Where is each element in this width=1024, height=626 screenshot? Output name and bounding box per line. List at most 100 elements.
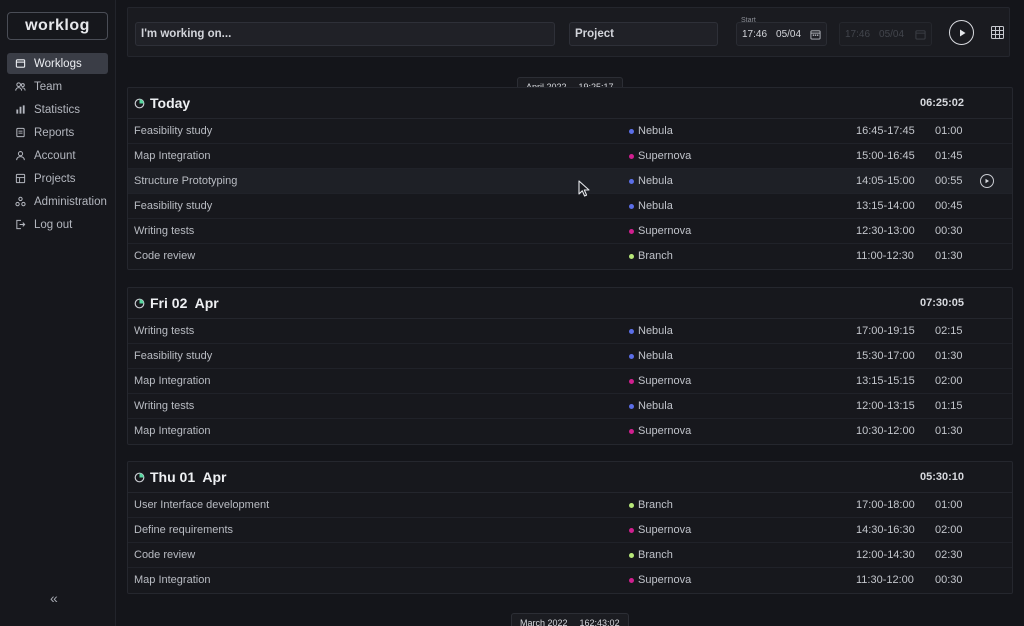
reports-icon xyxy=(14,127,26,139)
project-dot xyxy=(629,578,634,583)
project-name: Supernova xyxy=(629,150,691,162)
time-range: 11:00-12:30 xyxy=(856,250,914,262)
duration: 01:00 xyxy=(935,499,963,511)
worklog-row[interactable]: User Interface development Branch 17:00-… xyxy=(128,493,1012,518)
worklog-row[interactable]: Feasibility study Nebula 15:30-17:00 01:… xyxy=(128,344,1012,369)
logout-icon xyxy=(14,219,26,231)
sidebar-item-reports[interactable]: Reports xyxy=(7,122,108,143)
project-dot xyxy=(629,129,634,134)
project-name: Nebula xyxy=(629,400,673,412)
worklog-row[interactable]: Feasibility study Nebula 13:15-14:00 00:… xyxy=(128,194,1012,219)
duration: 00:30 xyxy=(935,225,963,237)
project-label: Nebula xyxy=(638,200,673,212)
task-name: Map Integration xyxy=(134,375,210,387)
worklog-row[interactable]: Code review Branch 12:00-14:30 02:30 xyxy=(128,543,1012,568)
worklog-row[interactable]: Feasibility study Nebula 16:45-17:45 01:… xyxy=(128,119,1012,144)
project-select[interactable]: Project xyxy=(569,22,718,46)
project-label: Nebula xyxy=(638,350,673,362)
statistics-icon xyxy=(14,104,26,116)
calendar-icon[interactable] xyxy=(915,29,926,40)
task-input[interactable]: I'm working on... xyxy=(135,22,555,46)
project-dot xyxy=(629,204,634,209)
start-timer-button[interactable] xyxy=(949,20,974,45)
sidebar-item-projects[interactable]: Projects xyxy=(7,168,108,189)
project-name: Nebula xyxy=(629,325,673,337)
project-name: Supernova xyxy=(629,574,691,586)
duration: 00:45 xyxy=(935,200,963,212)
project-name: Nebula xyxy=(629,200,673,212)
project-name: Nebula xyxy=(629,125,673,137)
project-label: Supernova xyxy=(638,524,691,536)
project-label: Supernova xyxy=(638,150,691,162)
collapse-sidebar-button[interactable]: « xyxy=(50,590,58,606)
project-label: Supernova xyxy=(638,574,691,586)
day-header: Today 06:25:02 xyxy=(128,88,1012,119)
resume-entry-button[interactable] xyxy=(980,174,994,188)
sidebar-item-worklogs[interactable]: Worklogs xyxy=(7,53,108,74)
day-status-icon xyxy=(134,298,145,309)
start-date: 05/04 xyxy=(776,29,801,40)
time-range: 13:15-14:00 xyxy=(856,200,915,212)
project-name: Nebula xyxy=(629,350,673,362)
duration: 02:00 xyxy=(935,375,963,387)
task-name: Map Integration xyxy=(134,574,210,586)
play-icon xyxy=(984,178,990,184)
grid-view-icon[interactable] xyxy=(991,26,1004,39)
projects-icon xyxy=(14,173,26,185)
sidebar: worklog Worklogs Team Statistics Reports xyxy=(0,0,116,626)
project-label: Supernova xyxy=(638,425,691,437)
project-dot xyxy=(629,528,634,533)
time-range: 14:30-16:30 xyxy=(856,524,915,536)
project-name: Nebula xyxy=(629,175,673,187)
sidebar-item-team[interactable]: Team xyxy=(7,76,108,97)
worklog-row[interactable]: Writing tests Nebula 17:00-19:15 02:15 xyxy=(128,319,1012,344)
start-datetime-field[interactable]: 17:46 05/04 xyxy=(736,22,827,46)
task-name: Feasibility study xyxy=(134,125,212,137)
duration: 01:45 xyxy=(935,150,963,162)
sidebar-item-account[interactable]: Account xyxy=(7,145,108,166)
time-range: 12:00-13:15 xyxy=(856,400,915,412)
time-range: 15:00-16:45 xyxy=(856,150,915,162)
sidebar-item-statistics[interactable]: Statistics xyxy=(7,99,108,120)
start-time: 17:46 xyxy=(742,29,767,40)
app-logo[interactable]: worklog xyxy=(7,12,108,40)
day-total: 06:25:02 xyxy=(920,97,964,109)
account-icon xyxy=(14,150,26,162)
project-name: Branch xyxy=(629,250,673,262)
project-label: Nebula xyxy=(638,400,673,412)
sidebar-item-administration[interactable]: Administration xyxy=(7,191,108,212)
worklog-row[interactable]: Map Integration Supernova 15:00-16:45 01… xyxy=(128,144,1012,169)
project-label: Supernova xyxy=(638,225,691,237)
worklog-row[interactable]: Structure Prototyping Nebula 14:05-15:00… xyxy=(128,169,1012,194)
sidebar-item-logout[interactable]: Log out xyxy=(7,214,108,235)
time-range: 12:30-13:00 xyxy=(856,225,915,237)
administration-icon xyxy=(14,196,26,208)
sidebar-item-label: Worklogs xyxy=(34,58,82,70)
project-label: Branch xyxy=(638,499,673,511)
worklog-row[interactable]: Writing tests Nebula 12:00-13:15 01:15 xyxy=(128,394,1012,419)
duration: 01:30 xyxy=(935,250,963,262)
worklog-row[interactable]: Writing tests Supernova 12:30-13:00 00:3… xyxy=(128,219,1012,244)
worklog-row[interactable]: Map Integration Supernova 13:15-15:15 02… xyxy=(128,369,1012,394)
duration: 02:00 xyxy=(935,524,963,536)
calendar-icon[interactable] xyxy=(810,29,821,40)
project-dot xyxy=(629,154,634,159)
project-dot xyxy=(629,503,634,508)
worklog-row[interactable]: Map Integration Supernova 10:30-12:00 01… xyxy=(128,419,1012,444)
time-range: 13:15-15:15 xyxy=(856,375,915,387)
project-dot xyxy=(629,329,634,334)
worklog-row[interactable]: Define requirements Supernova 14:30-16:3… xyxy=(128,518,1012,543)
time-range: 17:00-18:00 xyxy=(856,499,915,511)
time-range: 11:30-12:00 xyxy=(856,574,914,586)
day-group-fri-02-apr: Fri 02 Apr 07:30:05 Writing tests Nebula… xyxy=(127,287,1013,445)
project-dot xyxy=(629,404,634,409)
worklog-row[interactable]: Map Integration Supernova 11:30-12:00 00… xyxy=(128,568,1012,593)
end-datetime-field[interactable]: 17:46 05/04 xyxy=(839,22,932,46)
duration: 01:00 xyxy=(935,125,963,137)
end-time: 17:46 xyxy=(845,29,870,40)
day-header: Thu 01 Apr 05:30:10 xyxy=(128,462,1012,493)
worklog-row[interactable]: Code review Branch 11:00-12:30 01:30 xyxy=(128,244,1012,269)
task-name: Feasibility study xyxy=(134,350,212,362)
project-label: Branch xyxy=(638,250,673,262)
project-name: Supernova xyxy=(629,225,691,237)
